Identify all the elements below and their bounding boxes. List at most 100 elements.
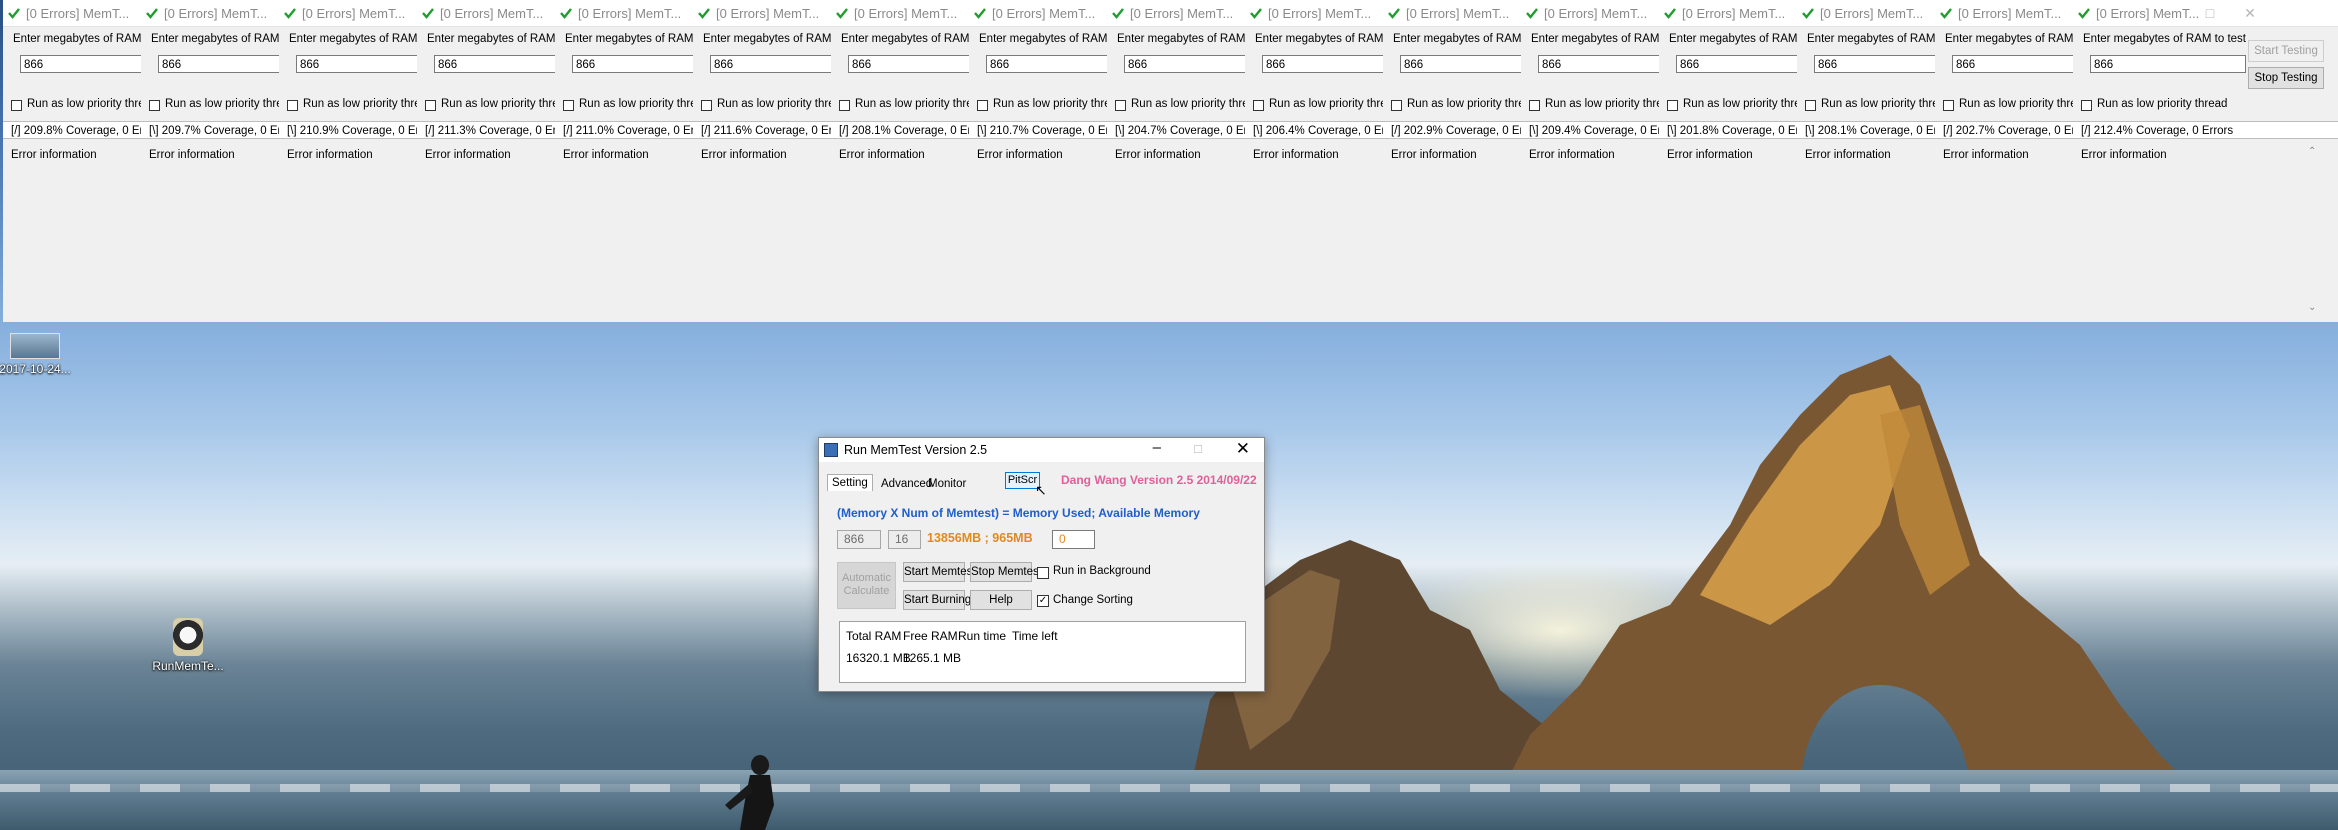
memtest-window[interactable]: [0 Errors] MemT... Enter megabytes of RAM… bbox=[831, 0, 970, 322]
help-button[interactable]: Help bbox=[970, 590, 1032, 610]
ram-amount-input[interactable]: 866 bbox=[1400, 55, 1521, 73]
memtest-titlebar[interactable]: [0 Errors] MemT... bbox=[1383, 0, 1521, 27]
memtest-window[interactable]: [0 Errors] MemT... Enter megabytes of RAM… bbox=[693, 0, 832, 322]
memtest-titlebar[interactable]: [0 Errors] MemT... bbox=[693, 0, 831, 27]
ram-amount-input[interactable]: 866 bbox=[20, 55, 141, 73]
error-information-label: Error information bbox=[1529, 149, 1615, 161]
low-priority-checkbox[interactable] bbox=[977, 100, 988, 111]
memtest-titlebar[interactable]: [0 Errors] MemT... bbox=[279, 0, 417, 27]
ram-amount-input[interactable]: 866 bbox=[1538, 55, 1659, 73]
memtest-window[interactable]: [0 Errors] MemT... Enter megabytes of RAM… bbox=[1383, 0, 1522, 322]
memtest-window[interactable]: [0 Errors] MemT... Enter megabytes of RAM… bbox=[1107, 0, 1246, 322]
low-priority-checkbox[interactable] bbox=[425, 100, 436, 111]
checkmark-icon bbox=[284, 8, 296, 19]
memtest-window[interactable]: [0 Errors] MemT... Enter megabytes of RAM… bbox=[279, 0, 418, 322]
ram-amount-input[interactable]: 866 bbox=[2090, 55, 2246, 73]
checkmark-icon bbox=[1940, 8, 1952, 19]
ram-amount-input[interactable]: 866 bbox=[158, 55, 279, 73]
memtest-titlebar[interactable]: [0 Errors] MemT... bbox=[417, 0, 555, 27]
low-priority-checkbox[interactable] bbox=[701, 100, 712, 111]
memtest-titlebar[interactable]: [0 Errors] MemT... bbox=[3, 0, 141, 27]
low-priority-checkbox[interactable] bbox=[1943, 100, 1954, 111]
memtest-window[interactable]: [0 Errors] MemT... Enter megabytes of RAM… bbox=[555, 0, 694, 322]
maximize-icon: □ bbox=[1194, 441, 1202, 456]
memtest-titlebar[interactable]: [0 Errors] MemT... bbox=[1521, 0, 1659, 27]
tab-monitor[interactable]: Monitor bbox=[924, 476, 970, 492]
memtest-window[interactable]: [0 Errors] MemT... Enter megabytes of RAM… bbox=[141, 0, 280, 322]
memtest-titlebar[interactable]: [0 Errors] MemT... bbox=[831, 0, 969, 27]
memtest-window[interactable]: [0 Errors] MemT... Enter megabytes of RAM… bbox=[1521, 0, 1660, 322]
memtest-titlebar[interactable]: [0 Errors] MemT... bbox=[969, 0, 1107, 27]
start-burning-button[interactable]: Start Burning bbox=[903, 590, 971, 610]
low-priority-checkbox[interactable] bbox=[149, 100, 160, 111]
memory-size-field[interactable]: 866 bbox=[837, 530, 881, 549]
low-priority-checkbox[interactable] bbox=[1253, 100, 1264, 111]
memtest-titlebar[interactable]: [0 Errors] MemT... bbox=[1797, 0, 1935, 27]
memtest-titlebar[interactable]: [0 Errors] MemT... bbox=[555, 0, 693, 27]
memtest-app-icon bbox=[824, 443, 838, 457]
desktop-icon-runmemtest[interactable]: RunMemTe... bbox=[148, 618, 228, 673]
start-memtest-button[interactable]: Start Memtest bbox=[903, 562, 976, 582]
memtest-window[interactable]: [0 Errors] MemT... Enter megabytes of RAM… bbox=[417, 0, 556, 322]
num-memtest-field[interactable]: 16 bbox=[888, 530, 921, 549]
low-priority-checkbox[interactable] bbox=[1529, 100, 1540, 111]
memtest-window[interactable]: [0 Errors] MemT... Enter megabytes of RAM… bbox=[3, 0, 142, 322]
low-priority-label: Run as low priority threads bbox=[1821, 98, 1935, 110]
scrollbar[interactable]: ⌃ ⌄ bbox=[2305, 142, 2321, 322]
low-priority-checkbox[interactable] bbox=[1805, 100, 1816, 111]
ram-amount-input[interactable]: 866 bbox=[434, 55, 555, 73]
ram-amount-input[interactable]: 866 bbox=[1676, 55, 1797, 73]
ram-amount-input[interactable]: 866 bbox=[1124, 55, 1245, 73]
desktop-icon-screenshot[interactable]: 2017-10-24... bbox=[0, 333, 75, 376]
memtest-window[interactable]: [0 Errors] MemT... Enter megabytes of RAM… bbox=[1245, 0, 1384, 322]
automatic-calculate-button[interactable]: Automatic Calculate bbox=[837, 562, 896, 609]
ram-amount-input[interactable]: 866 bbox=[848, 55, 969, 73]
memtest-window[interactable]: [0 Errors] MemT... Enter megabytes of RAM… bbox=[1659, 0, 1798, 322]
ram-amount-input[interactable]: 866 bbox=[1952, 55, 2073, 73]
low-priority-checkbox[interactable] bbox=[1115, 100, 1126, 111]
low-priority-checkbox[interactable] bbox=[2081, 100, 2092, 111]
low-priority-checkbox[interactable] bbox=[1391, 100, 1402, 111]
close-icon[interactable]: ✕ bbox=[1236, 439, 1250, 459]
memtest-window[interactable]: [0 Errors] MemT... Enter megabytes of RAM… bbox=[1797, 0, 1936, 322]
dialog-title: Run MemTest Version 2.5 bbox=[844, 443, 988, 457]
close-icon[interactable]: ✕ bbox=[2236, 0, 2264, 26]
low-priority-label: Run as low priority threads bbox=[27, 98, 141, 110]
change-sorting-checkbox[interactable]: ✓ bbox=[1037, 595, 1049, 607]
memtest-window[interactable]: [0 Errors] MemT... Enter megabytes of RAM… bbox=[2073, 0, 2338, 322]
stop-memtest-button[interactable]: Stop Memtest bbox=[970, 562, 1042, 582]
low-priority-checkbox[interactable] bbox=[11, 100, 22, 111]
ram-amount-input[interactable]: 866 bbox=[986, 55, 1107, 73]
low-priority-checkbox[interactable] bbox=[839, 100, 850, 111]
maximize-icon[interactable]: □ bbox=[2196, 0, 2224, 26]
minimize-icon[interactable]: – bbox=[1153, 439, 1161, 456]
memtest-titlebar[interactable]: [0 Errors] MemT... bbox=[1245, 0, 1383, 27]
minimize-icon[interactable]: – bbox=[2153, 0, 2181, 26]
start-testing-button[interactable]: Start Testing bbox=[2248, 40, 2324, 62]
tab-setting[interactable]: Setting bbox=[827, 474, 873, 491]
memtest-title: [0 Errors] MemT... bbox=[1958, 5, 2062, 21]
ram-amount-input[interactable]: 866 bbox=[1262, 55, 1383, 73]
ram-amount-input[interactable]: 866 bbox=[710, 55, 831, 73]
stop-testing-button[interactable]: Stop Testing bbox=[2248, 67, 2324, 89]
right-rock-arch bbox=[1500, 355, 2200, 795]
extra-value-field[interactable]: 0 bbox=[1052, 530, 1095, 549]
dialog-titlebar: Run MemTest Version 2.5 – □ ✕ bbox=[819, 438, 1264, 462]
memtest-titlebar[interactable]: [0 Errors] MemT... bbox=[1659, 0, 1797, 27]
memtest-titlebar[interactable]: [0 Errors] MemT... bbox=[141, 0, 279, 27]
memtest-titlebar[interactable]: [0 Errors] MemT... bbox=[1107, 0, 1245, 27]
memtest-window[interactable]: [0 Errors] MemT... Enter megabytes of RAM… bbox=[1935, 0, 2074, 322]
run-in-background-label: Run in Background bbox=[1053, 565, 1151, 577]
low-priority-checkbox[interactable] bbox=[287, 100, 298, 111]
memtest-window[interactable]: [0 Errors] MemT... Enter megabytes of RAM… bbox=[969, 0, 1108, 322]
ram-amount-input[interactable]: 866 bbox=[1814, 55, 1935, 73]
ram-amount-input[interactable]: 866 bbox=[572, 55, 693, 73]
low-priority-checkbox[interactable] bbox=[563, 100, 574, 111]
low-priority-checkbox[interactable] bbox=[1667, 100, 1678, 111]
low-priority-label: Run as low priority threads bbox=[1407, 98, 1521, 110]
scroll-down-icon[interactable]: ⌄ bbox=[2308, 302, 2316, 313]
scroll-up-icon[interactable]: ⌃ bbox=[2308, 146, 2316, 157]
ram-amount-input[interactable]: 866 bbox=[296, 55, 417, 73]
run-in-background-checkbox[interactable] bbox=[1037, 567, 1049, 579]
memtest-titlebar[interactable]: [0 Errors] MemT... bbox=[1935, 0, 2073, 27]
